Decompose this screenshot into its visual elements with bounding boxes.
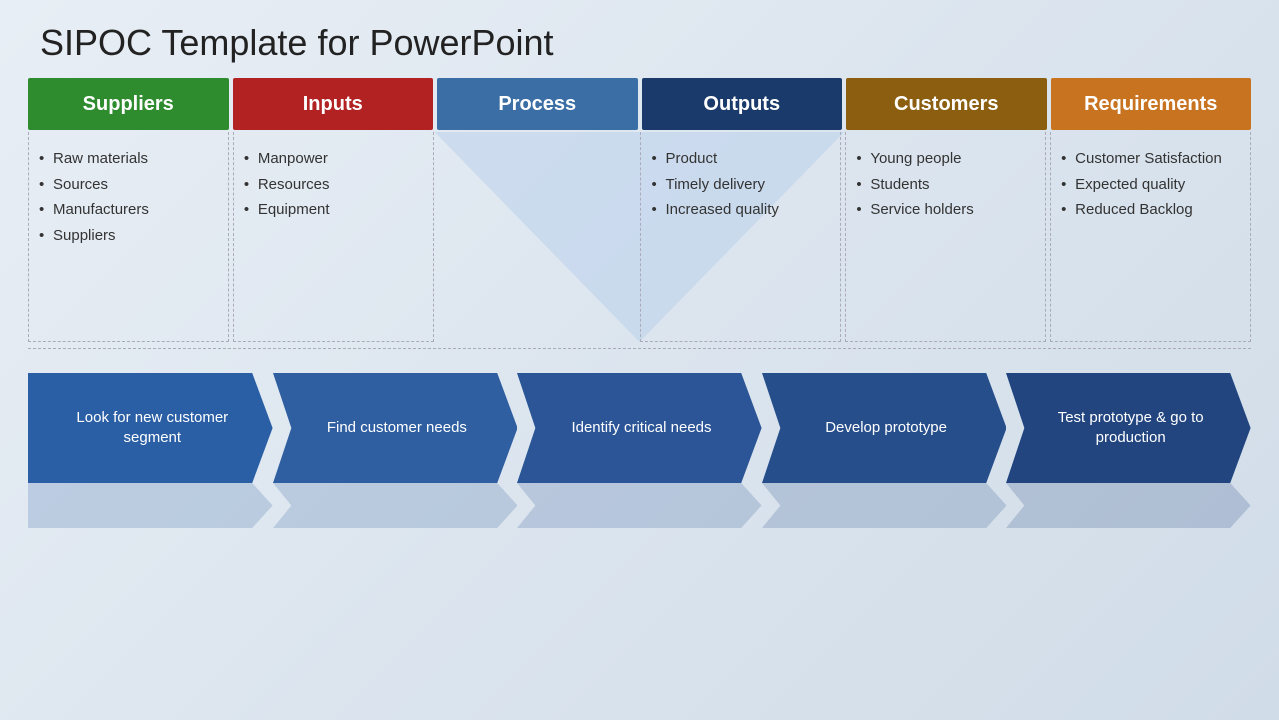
sipoc-item: Manpower <box>244 146 423 172</box>
page-title: SIPOC Template for PowerPoint <box>0 0 1279 78</box>
sipoc-container: SuppliersInputsProcessOutputsCustomersRe… <box>0 78 1279 342</box>
sipoc-item: Timely delivery <box>651 172 830 198</box>
sipoc-headers: SuppliersInputsProcessOutputsCustomersRe… <box>28 78 1251 130</box>
reflection-step-step2 <box>273 483 518 528</box>
sipoc-body-inputs-body: ManpowerResourcesEquipment <box>233 132 434 342</box>
process-step-step2: Find customer needs <box>273 373 518 483</box>
sipoc-body-process-body <box>438 132 637 342</box>
sipoc-body-requirements-body: Customer SatisfactionExpected qualityRed… <box>1050 132 1251 342</box>
step-label: Test prototype & go to production <box>1006 408 1251 449</box>
sipoc-item: Students <box>856 172 1035 198</box>
sipoc-header-outputs: Outputs <box>642 78 843 130</box>
process-step-step5: Test prototype & go to production <box>1006 373 1251 483</box>
sipoc-item: Equipment <box>244 197 423 223</box>
sipoc-header-suppliers: Suppliers <box>28 78 229 130</box>
step-label: Find customer needs <box>305 418 485 438</box>
sipoc-item: Product <box>651 146 830 172</box>
process-steps: Look for new customer segment Find custom… <box>0 355 1279 483</box>
reflection-step-step5 <box>1006 483 1251 528</box>
step-label: Look for new customer segment <box>28 408 273 449</box>
divider <box>28 348 1251 349</box>
reflection-step-step4 <box>762 483 1007 528</box>
process-step-step1: Look for new customer segment <box>28 373 273 483</box>
sipoc-body: Raw materialsSourcesManufacturersSupplie… <box>28 132 1251 342</box>
sipoc-body-suppliers-body: Raw materialsSourcesManufacturersSupplie… <box>28 132 229 342</box>
reflection-step-step3 <box>517 483 762 528</box>
sipoc-header-process: Process <box>437 78 638 130</box>
sipoc-header-inputs: Inputs <box>233 78 434 130</box>
step-label: Develop prototype <box>803 418 965 438</box>
sipoc-item: Manufacturers <box>39 197 218 223</box>
process-step-step3: Identify critical needs <box>517 373 762 483</box>
sipoc-item: Young people <box>856 146 1035 172</box>
sipoc-item: Sources <box>39 172 218 198</box>
process-step-step4: Develop prototype <box>762 373 1007 483</box>
sipoc-item: Increased quality <box>651 197 830 223</box>
reflection-step-step1 <box>28 483 273 528</box>
sipoc-item: Resources <box>244 172 423 198</box>
sipoc-body-customers-body: Young peopleStudentsService holders <box>845 132 1046 342</box>
sipoc-item: Expected quality <box>1061 172 1240 198</box>
sipoc-item: Reduced Backlog <box>1061 197 1240 223</box>
sipoc-item: Service holders <box>856 197 1035 223</box>
process-steps-reflection <box>0 483 1279 528</box>
sipoc-header-requirements: Requirements <box>1051 78 1252 130</box>
sipoc-item: Raw materials <box>39 146 218 172</box>
sipoc-item: Customer Satisfaction <box>1061 146 1240 172</box>
sipoc-body-outputs-body: ProductTimely deliveryIncreased quality <box>640 132 841 342</box>
sipoc-item: Suppliers <box>39 223 218 249</box>
sipoc-header-customers: Customers <box>846 78 1047 130</box>
step-label: Identify critical needs <box>549 418 729 438</box>
